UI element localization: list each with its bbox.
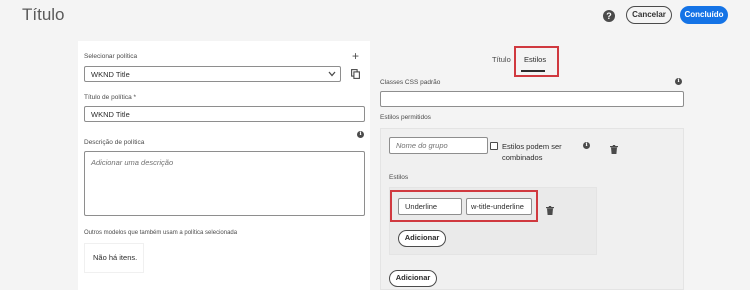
no-items-text: Não há itens. — [93, 253, 138, 262]
description-placeholder: Adicionar uma descrição — [91, 158, 174, 167]
page-title: Título — [22, 5, 65, 24]
add-group-button[interactable]: Adicionar — [389, 270, 437, 287]
combinable-checkbox[interactable] — [490, 142, 498, 150]
add-style-button[interactable]: Adicionar — [398, 230, 446, 247]
policy-select[interactable]: WKND Title — [84, 66, 341, 82]
trash-icon[interactable] — [546, 202, 554, 215]
styles-label: Estilos — [389, 174, 409, 181]
help-icon[interactable]: ? — [603, 10, 615, 22]
group-name-input[interactable]: Nome do grupo — [389, 137, 488, 154]
tab-styles-highlight — [514, 46, 559, 77]
info-icon[interactable]: i — [583, 142, 590, 149]
info-icon[interactable]: i — [357, 131, 364, 138]
dialog-content: Selecionar política + WKND Title Título … — [0, 33, 750, 290]
plus-icon[interactable]: + — [352, 50, 359, 62]
policy-select-value: WKND Title — [91, 69, 130, 79]
trash-icon[interactable] — [610, 141, 618, 154]
policy-title-label: Título de política * — [84, 94, 137, 101]
select-policy-label: Selecionar política — [84, 53, 138, 60]
policy-description-textarea[interactable]: Adicionar uma descrição — [84, 151, 365, 216]
policy-title-value: WKND Title — [91, 109, 130, 119]
info-icon[interactable]: i — [675, 78, 682, 85]
style-item-highlight — [390, 190, 538, 222]
css-classes-input[interactable] — [380, 91, 684, 107]
app-header: Título ? Cancelar Concluído — [0, 0, 750, 33]
cancel-button[interactable]: Cancelar — [626, 6, 672, 24]
chevron-down-icon — [328, 70, 336, 79]
policy-description-label: Descrição de política — [84, 139, 145, 146]
combinable-label-line2: combinados — [502, 153, 543, 162]
policy-title-input[interactable]: WKND Title — [84, 106, 365, 122]
done-button[interactable]: Concluído — [680, 6, 728, 24]
css-classes-label: Classes CSS padrão — [380, 79, 441, 86]
copy-icon[interactable] — [351, 69, 360, 82]
other-models-label: Outros modelos que também usam a polític… — [84, 230, 238, 236]
combinable-label-line1: Estilos podem ser — [502, 142, 562, 151]
allowed-styles-label: Estilos permitidos — [380, 114, 431, 121]
group-name-placeholder: Nome do grupo — [396, 141, 448, 150]
tab-title[interactable]: Título — [492, 55, 511, 64]
